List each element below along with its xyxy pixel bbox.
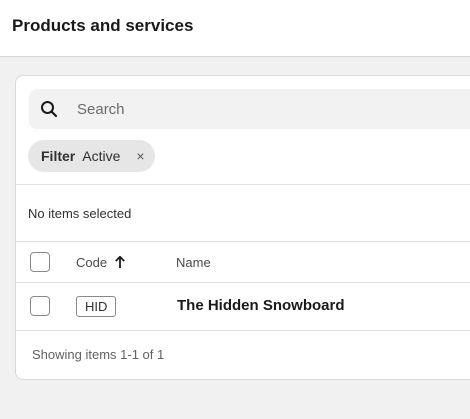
- filter-chip-key: Filter: [41, 148, 76, 164]
- selection-status: No items selected: [28, 206, 132, 221]
- filter-chip-value: Active: [82, 148, 121, 164]
- code-badge: HID: [76, 296, 117, 317]
- divider: [16, 184, 470, 185]
- search-icon: [41, 101, 58, 118]
- products-card: Filter Active × No items selected Code N…: [15, 75, 470, 380]
- row-checkbox[interactable]: [30, 296, 50, 316]
- search-bar[interactable]: [29, 89, 470, 129]
- pagination-status: Showing items 1-1 of 1: [32, 347, 165, 362]
- close-icon[interactable]: ×: [136, 148, 144, 164]
- filter-chip[interactable]: Filter Active ×: [28, 140, 155, 172]
- divider: [16, 282, 470, 283]
- sort-ascending-icon[interactable]: [114, 255, 126, 269]
- page-header: Products and services: [0, 0, 470, 57]
- divider: [16, 241, 470, 242]
- select-all-checkbox[interactable]: [30, 252, 50, 272]
- page-title: Products and services: [12, 16, 194, 35]
- divider: [16, 330, 470, 331]
- product-name-link[interactable]: The Hidden Snowboard: [177, 297, 345, 314]
- column-header-name[interactable]: Name: [176, 255, 211, 270]
- search-input[interactable]: [77, 89, 457, 129]
- column-header-code[interactable]: Code: [76, 255, 107, 270]
